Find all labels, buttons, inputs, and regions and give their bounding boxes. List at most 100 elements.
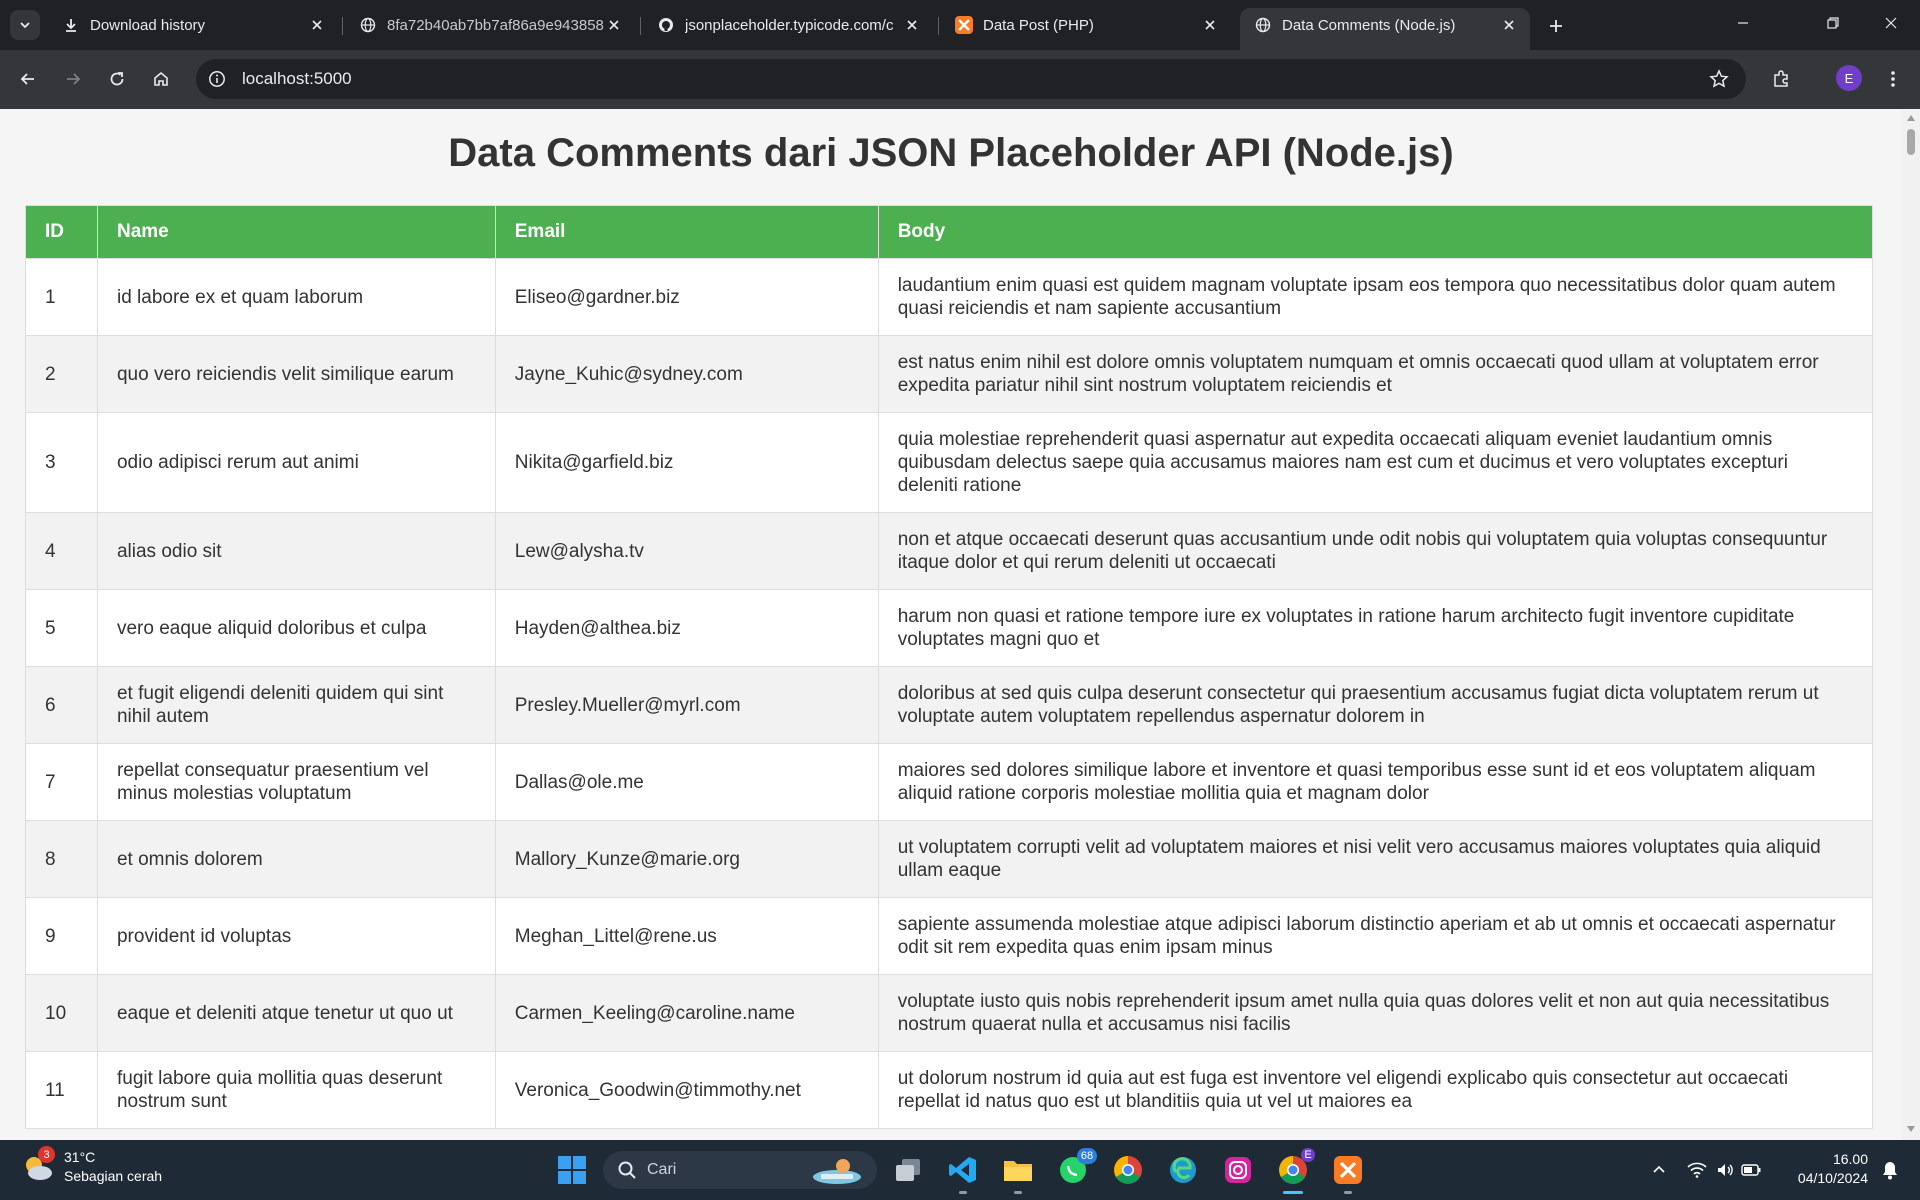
taskbar-edge[interactable] xyxy=(1163,1150,1203,1190)
globe-icon xyxy=(1254,16,1272,34)
home-icon xyxy=(154,71,168,86)
taskbar-file-explorer[interactable] xyxy=(998,1150,1038,1194)
weather-badge: 3 xyxy=(38,1146,55,1163)
taskbar-chrome[interactable] xyxy=(1108,1150,1148,1190)
cell-email: Lew@alysha.tv xyxy=(494,512,879,590)
cell-id: 4 xyxy=(25,512,98,590)
restore-button[interactable] xyxy=(1804,0,1862,46)
cell-id: 6 xyxy=(25,666,98,744)
browser-toolbar: localhost:5000 E xyxy=(0,50,1920,109)
windows-logo-icon xyxy=(558,1156,586,1184)
close-icon[interactable] xyxy=(903,16,921,34)
weather-temperature: 31°C xyxy=(64,1149,96,1165)
extensions-button[interactable] xyxy=(1766,64,1796,94)
address-bar[interactable]: localhost:5000 xyxy=(196,59,1746,99)
cell-body: voluptate iusto quis nobis reprehenderit… xyxy=(877,974,1874,1052)
minimize-button[interactable] xyxy=(1714,0,1772,46)
cell-id: 2 xyxy=(25,335,98,413)
table-row: 11 fugit labore quia mollitia quas deser… xyxy=(25,1051,1874,1129)
column-header-body: Body xyxy=(877,205,1874,259)
github-icon xyxy=(657,16,675,34)
table-row: 9 provident id voluptas Meghan_Littel@re… xyxy=(25,897,1874,975)
tab-jsonplaceholder[interactable]: jsonplaceholder.typicode.com/c xyxy=(643,8,933,42)
cell-id: 8 xyxy=(25,820,98,898)
column-header-id: ID xyxy=(25,205,98,259)
close-icon[interactable] xyxy=(1201,16,1219,34)
scrollbar-thumb[interactable] xyxy=(1907,129,1915,155)
more-vertical-icon xyxy=(1891,71,1895,87)
tab-separator xyxy=(938,17,939,35)
tab-strip: Download history 8fa72b40ab7bb7af86a9e94… xyxy=(0,0,1920,50)
volume-icon[interactable] xyxy=(1712,1162,1738,1178)
folder-icon xyxy=(1004,1161,1032,1181)
table-row: 5 vero eaque aliquid doloribus et culpa … xyxy=(25,589,1874,667)
taskbar-vscode[interactable] xyxy=(943,1150,983,1194)
cell-name: odio adipisci rerum aut animi xyxy=(96,412,496,513)
xampp-icon xyxy=(1334,1156,1362,1184)
battery-icon[interactable] xyxy=(1738,1164,1764,1176)
cell-email: Meghan_Littel@rene.us xyxy=(494,897,879,975)
table-header-row: ID Name Email Body xyxy=(25,205,1874,259)
close-icon[interactable] xyxy=(1500,16,1518,34)
bookmark-star-icon[interactable] xyxy=(1708,68,1730,90)
taskbar-search[interactable]: Cari xyxy=(603,1151,877,1189)
search-icon xyxy=(618,1161,636,1179)
tab-download-history[interactable]: Download history xyxy=(48,8,338,42)
taskbar-xampp[interactable] xyxy=(1328,1150,1368,1194)
cell-name: quo vero reiciendis velit similique earu… xyxy=(96,335,496,413)
minimize-icon xyxy=(1738,22,1748,24)
cell-name: fugit labore quia mollitia quas deserunt… xyxy=(96,1051,496,1129)
cell-id: 10 xyxy=(25,974,98,1052)
close-icon[interactable] xyxy=(605,16,623,34)
cell-id: 3 xyxy=(25,412,98,513)
table-row: 2 quo vero reiciendis velit similique ea… xyxy=(25,335,1874,413)
profile-avatar[interactable]: E xyxy=(1836,65,1862,91)
scroll-up-arrow-icon[interactable] xyxy=(1907,115,1915,121)
arrow-left-icon xyxy=(20,73,34,85)
taskbar-clock[interactable]: 16.00 04/10/2024 xyxy=(1782,1150,1868,1188)
cell-email: Veronica_Goodwin@timmothy.net xyxy=(494,1051,879,1129)
table-row: 10 eaque et deleniti atque tenetur ut qu… xyxy=(25,974,1874,1052)
table-row: 8 et omnis dolorem Mallory_Kunze@marie.o… xyxy=(25,820,1874,898)
taskbar-instagram[interactable] xyxy=(1218,1150,1258,1190)
page-scrollbar[interactable] xyxy=(1902,109,1920,1140)
start-button[interactable] xyxy=(552,1150,592,1190)
tab-separator xyxy=(640,17,641,35)
home-button[interactable] xyxy=(146,64,176,94)
notification-bell-icon[interactable] xyxy=(1878,1158,1902,1182)
cell-name: et fugit eligendi deleniti quidem qui si… xyxy=(96,666,496,744)
taskbar-whatsapp[interactable]: 68 xyxy=(1053,1148,1097,1190)
weather-widget[interactable]: 3 31°C Sebagian cerah xyxy=(20,1146,162,1186)
forward-button[interactable] xyxy=(58,64,88,94)
globe-icon xyxy=(359,16,377,34)
cell-name: eaque et deleniti atque tenetur ut quo u… xyxy=(96,974,496,1052)
cell-body: maiores sed dolores similique labore et … xyxy=(877,743,1874,821)
cell-body: ut voluptatem corrupti velit ad voluptat… xyxy=(877,820,1874,898)
tab-data-comments-nodejs[interactable]: Data Comments (Node.js) xyxy=(1240,8,1530,50)
tab-search-button[interactable] xyxy=(10,10,40,40)
tab-hash[interactable]: 8fa72b40ab7bb7af86a9e943858 xyxy=(345,8,635,42)
new-tab-button[interactable] xyxy=(1542,12,1570,40)
cell-body: doloribus at sed quis culpa deserunt con… xyxy=(877,666,1874,744)
tab-data-post-php[interactable]: Data Post (PHP) xyxy=(941,8,1231,42)
back-button[interactable] xyxy=(13,64,43,94)
wifi-icon[interactable] xyxy=(1682,1162,1712,1178)
site-info-icon[interactable] xyxy=(206,68,228,90)
taskbar-chrome-profile[interactable]: E xyxy=(1273,1148,1315,1194)
whatsapp-badge: 68 xyxy=(1077,1148,1097,1164)
cell-id: 1 xyxy=(25,258,98,336)
plus-icon xyxy=(1550,20,1562,32)
cell-id: 11 xyxy=(25,1051,98,1129)
scroll-down-arrow-icon[interactable] xyxy=(1907,1126,1915,1132)
table-row: 7 repellat consequatur praesentium vel m… xyxy=(25,743,1874,821)
cell-body: harum non quasi et ratione tempore iure … xyxy=(877,589,1874,667)
reload-button[interactable] xyxy=(102,64,132,94)
taskbar-task-view[interactable] xyxy=(888,1150,928,1190)
close-window-button[interactable] xyxy=(1862,0,1920,46)
running-indicator xyxy=(1014,1191,1022,1194)
show-hidden-icons-button[interactable] xyxy=(1644,1163,1674,1177)
browser-menu-button[interactable] xyxy=(1878,64,1908,94)
windows-taskbar: 3 31°C Sebagian cerah Cari 68 E xyxy=(0,1140,1920,1200)
close-icon[interactable] xyxy=(308,16,326,34)
cell-name: vero eaque aliquid doloribus et culpa xyxy=(96,589,496,667)
